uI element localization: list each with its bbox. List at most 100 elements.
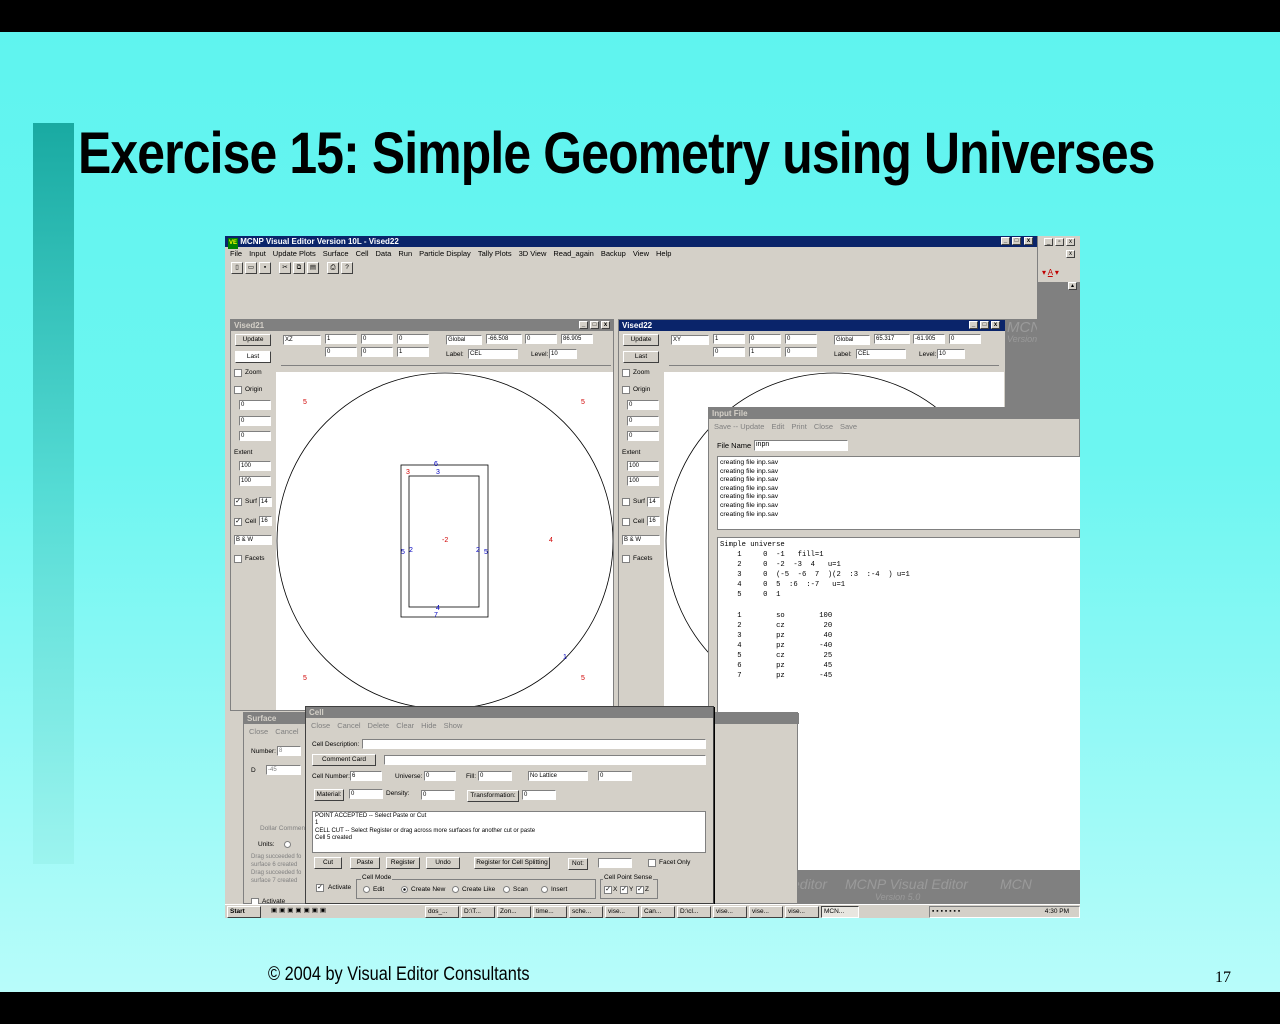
density-input[interactable]: 0 [421,790,455,800]
menu-data[interactable]: Data [376,248,392,259]
sense-z-checkbox[interactable]: ✓ [636,886,644,894]
not-button[interactable]: Not: [568,858,588,870]
menu-file[interactable]: File [230,248,242,259]
cell-menu-clear[interactable]: Clear [396,720,414,731]
plot-right-coord-z[interactable]: 0 [949,334,981,344]
plot-left-basis-2b[interactable]: 0 [361,347,393,357]
plot-left-close-icon[interactable]: x [601,321,610,329]
plot-left-color-mode[interactable]: B & W [234,535,272,545]
plot-left-basis-1b[interactable]: 0 [361,334,393,344]
plot-right-basis-1c[interactable]: 0 [785,334,817,344]
plot-right-origin-checkbox[interactable] [622,386,630,394]
plot-left-basis-2c[interactable]: 1 [397,347,429,357]
mode-scan-radio[interactable] [503,886,510,893]
plot-left-last-button[interactable]: Last [235,351,271,363]
minimize-icon[interactable]: _ [1001,237,1010,245]
plot-left-surf-value[interactable]: 14 [259,497,272,507]
plot-left-plane-select[interactable]: XZ [283,335,321,345]
plot-left-coord-z[interactable]: 86.905 [561,334,593,344]
cell-menu-delete[interactable]: Delete [368,720,390,731]
task-item[interactable]: vise... [785,906,819,918]
menu-view[interactable]: View [633,248,649,259]
cell-menu-close[interactable]: Close [311,720,330,731]
close-icon[interactable]: x [1024,237,1033,245]
outer-minimize-icon[interactable]: _ [1044,238,1053,246]
plot-left-facets-checkbox[interactable] [234,555,242,563]
print-icon[interactable]: ⎙ [327,262,339,274]
plot-right-origin-y[interactable]: 0 [627,416,659,426]
plot-left-label-value[interactable]: CEL [468,349,518,359]
tray-icons[interactable]: ▪▪▪▪▪▪▪ [932,908,962,915]
plot-left-coord-mode[interactable]: Global [446,335,482,345]
menu-tally-plots[interactable]: Tally Plots [478,248,512,259]
plot-right-basis-1b[interactable]: 0 [749,334,781,344]
sense-y-checkbox[interactable]: ✓ [620,886,628,894]
plot-right-cell-checkbox[interactable] [622,518,630,526]
menu-backup[interactable]: Backup [601,248,626,259]
plot-right-origin-z[interactable]: 0 [627,431,659,441]
task-item[interactable]: time... [533,906,567,918]
plot-right-origin-x[interactable]: 0 [627,400,659,410]
task-item[interactable]: sche... [569,906,603,918]
cell-menu-cancel[interactable]: Cancel [337,720,360,731]
material-button[interactable]: Material: [314,789,344,801]
plot-left-maximize-icon[interactable]: □ [590,321,599,329]
quick-launch-icons[interactable]: ▣▣▣▣▣▣▣ [269,906,419,918]
plot-right-color-mode[interactable]: B & W [622,535,660,545]
plot-left-update-button[interactable]: Update [235,334,271,346]
menu-input[interactable]: Input [249,248,266,259]
register-cell-splitting-button[interactable]: Register for Cell Splitting [474,857,550,869]
lattice-select[interactable]: No Lattice [528,771,588,781]
plot-left-coord-x[interactable]: -66.508 [486,334,522,344]
cell-description-input[interactable] [362,739,706,749]
plot-left-canvas[interactable]: 5 5 5 5 3 6 3 -2 4 5 2 2 5 4 7 1 [276,372,613,710]
undo-button[interactable]: Undo [426,857,460,869]
task-item[interactable]: vise... [749,906,783,918]
task-item[interactable]: Can... [641,906,675,918]
mode-edit-radio[interactable] [363,886,370,893]
comment-card-input[interactable] [384,755,706,765]
cell-menu-hide[interactable]: Hide [421,720,436,731]
plot-right-facets-checkbox[interactable] [622,555,630,563]
input-menu-close[interactable]: Close [814,421,833,432]
task-item[interactable]: dos_... [425,906,459,918]
plot-right-cell-value[interactable]: 16 [647,516,660,526]
plot-right-basis-2a[interactable]: 0 [713,347,745,357]
sense-x-checkbox[interactable]: ✓ [604,886,612,894]
fill-input[interactable]: 0 [478,771,512,781]
plot-right-last-button[interactable]: Last [623,351,659,363]
plot-right-basis-2c[interactable]: 0 [785,347,817,357]
task-item-active[interactable]: MCN... [821,906,859,918]
plot-right-maximize-icon[interactable]: □ [980,321,989,329]
file-name-input[interactable]: inpn [754,440,848,451]
comment-card-button[interactable]: Comment Card [312,754,376,766]
plot-left-origin-checkbox[interactable] [234,386,242,394]
task-item[interactable]: vise... [713,906,747,918]
open-folder-icon[interactable]: ▭ [245,262,257,274]
surface-number-input[interactable]: 8 [277,746,301,756]
cell-activate-checkbox[interactable]: ✓ [316,884,324,892]
plot-left-slider-track[interactable] [281,365,611,366]
input-menu-save-update[interactable]: Save -- Update [714,421,764,432]
plot-left-origin-z[interactable]: 0 [239,431,271,441]
transformation-button[interactable]: Transformation: [467,790,519,802]
lattice-extra-input[interactable]: 0 [598,771,632,781]
menu-surface[interactable]: Surface [323,248,349,259]
plot-left-extent-h[interactable]: 100 [239,461,271,471]
menu-cell[interactable]: Cell [356,248,369,259]
outer-restore-icon[interactable]: ▫ [1055,238,1064,246]
plot-left-cell-value[interactable]: 16 [259,516,272,526]
paste-button[interactable]: Paste [350,857,380,869]
mode-insert-radio[interactable] [541,886,548,893]
plot-right-surf-checkbox[interactable] [622,498,630,506]
input-menu-print[interactable]: Print [791,421,806,432]
plot-right-coord-mode[interactable]: Global [834,335,870,345]
maximize-icon[interactable]: □ [1012,237,1021,245]
cut-icon[interactable]: ✂ [279,262,291,274]
plot-right-plane-select[interactable]: XY [671,335,709,345]
plot-right-basis-1a[interactable]: 1 [713,334,745,344]
menu-3d-view[interactable]: 3D View [519,248,547,259]
plot-left-surf-checkbox[interactable]: ✓ [234,498,242,506]
plot-right-basis-2b[interactable]: 1 [749,347,781,357]
plot-right-coord-y[interactable]: -61.905 [913,334,945,344]
